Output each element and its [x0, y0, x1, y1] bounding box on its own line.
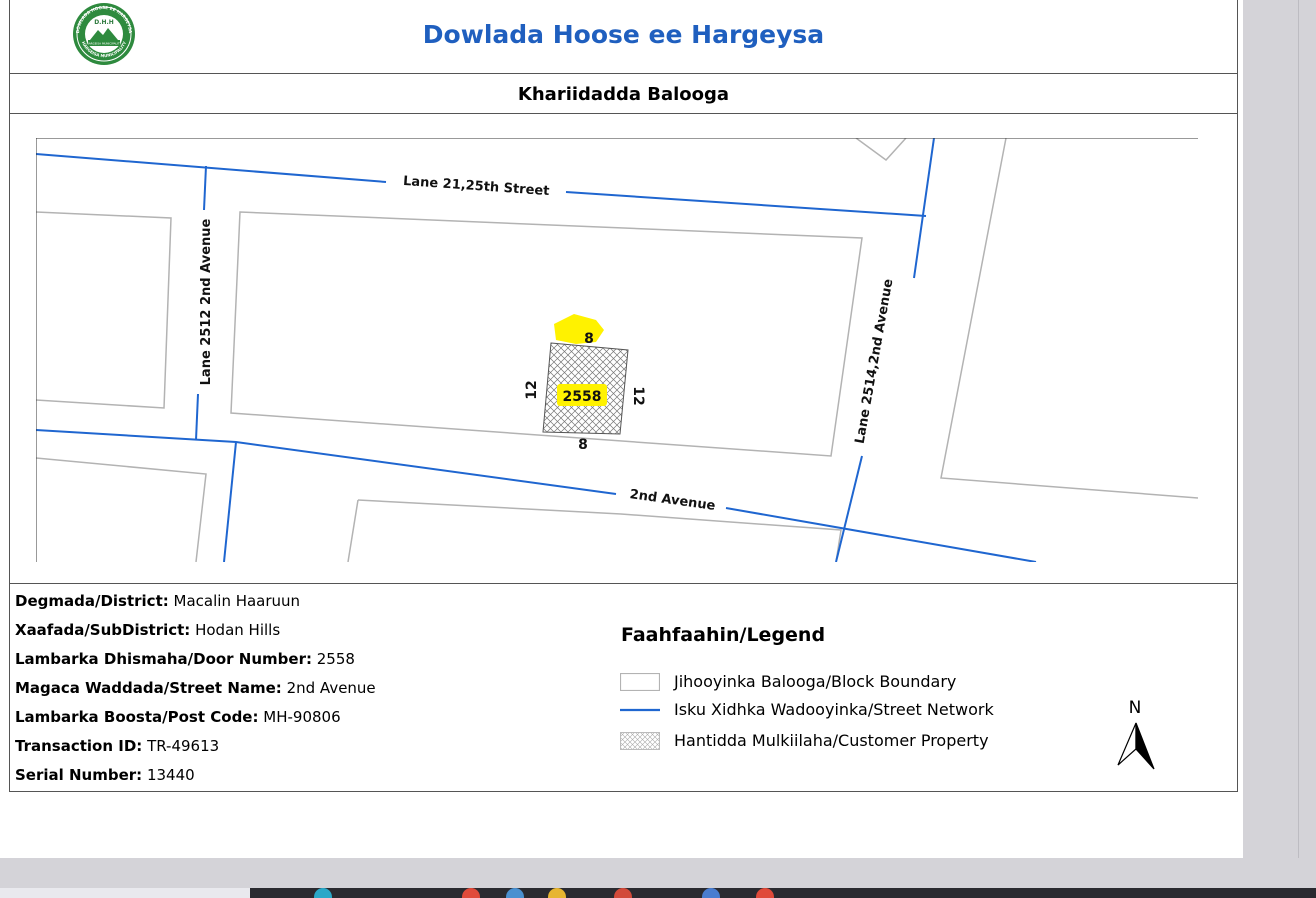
taskbar-app-icon[interactable] [462, 888, 480, 898]
sheet-subheader: Khariidadda Balooga [10, 74, 1237, 114]
parcel-bottom-dimension: 8 [578, 437, 588, 453]
block-map[interactable]: Lane 21,25th Street Lane 2512 2nd Avenue… [36, 138, 1198, 562]
info-serial-number: Serial Number: 13440 [15, 766, 195, 784]
parcel-info-panel: Degmada/District: Macalin Haaruun Xaafad… [10, 583, 1237, 792]
parcel-number: 2558 [563, 389, 602, 405]
taskbar-app-icon[interactable] [506, 888, 524, 898]
parcel-top-dimension: 8 [584, 331, 594, 347]
taskbar-app-icon[interactable] [702, 888, 720, 898]
legend-title: Faahfaahin/Legend [621, 624, 826, 646]
info-post-code: Lambarka Boosta/Post Code: MH-90806 [15, 708, 341, 726]
map-sheet-frame: DOWLADA HOOSE EE HARGEYSA HARGEISA MUNIC… [9, 0, 1238, 792]
hatched-parcel-icon [620, 732, 660, 750]
north-label: N [1129, 698, 1142, 718]
sheet-header: DOWLADA HOOSE EE HARGEYSA HARGEISA MUNIC… [10, 0, 1237, 74]
page-title: Dowlada Hoose ee Hargeysa [422, 20, 825, 49]
street-line-icon [620, 708, 660, 712]
vertical-scrollbar[interactable] [1298, 0, 1313, 858]
taskbar-app-icon[interactable] [756, 888, 774, 898]
taskbar-app-icon[interactable] [614, 888, 632, 898]
map-subtitle: Khariidadda Balooga [517, 84, 730, 105]
parcel-left-dimension: 12 [524, 380, 540, 399]
info-subdistrict: Xaafada/SubDistrict: Hodan Hills [15, 621, 281, 639]
info-district: Degmada/District: Macalin Haaruun [15, 592, 301, 610]
document-page: DOWLADA HOOSE EE HARGEYSA HARGEISA MUNIC… [0, 0, 1243, 858]
viewer-bottom-margin [0, 858, 1316, 888]
block-boundary-icon [620, 673, 660, 691]
parcel-right-dimension: 12 [630, 386, 646, 405]
taskbar-app-icon[interactable] [314, 888, 332, 898]
taskbar-app-icon[interactable] [548, 888, 566, 898]
info-transaction-id: Transaction ID: TR-49613 [15, 737, 220, 755]
label-lane-2512: Lane 2512 2nd Avenue [199, 218, 214, 385]
map-canvas: Lane 21,25th Street Lane 2512 2nd Avenue… [36, 138, 1198, 562]
taskbar-search-area[interactable] [0, 888, 250, 898]
info-door-number: Lambarka Dhismaha/Door Number: 2558 [15, 650, 355, 668]
info-street-name: Magaca Waddada/Street Name: 2nd Avenue [15, 679, 376, 697]
north-arrow-icon: N [1117, 698, 1155, 770]
taskbar [0, 888, 1316, 898]
